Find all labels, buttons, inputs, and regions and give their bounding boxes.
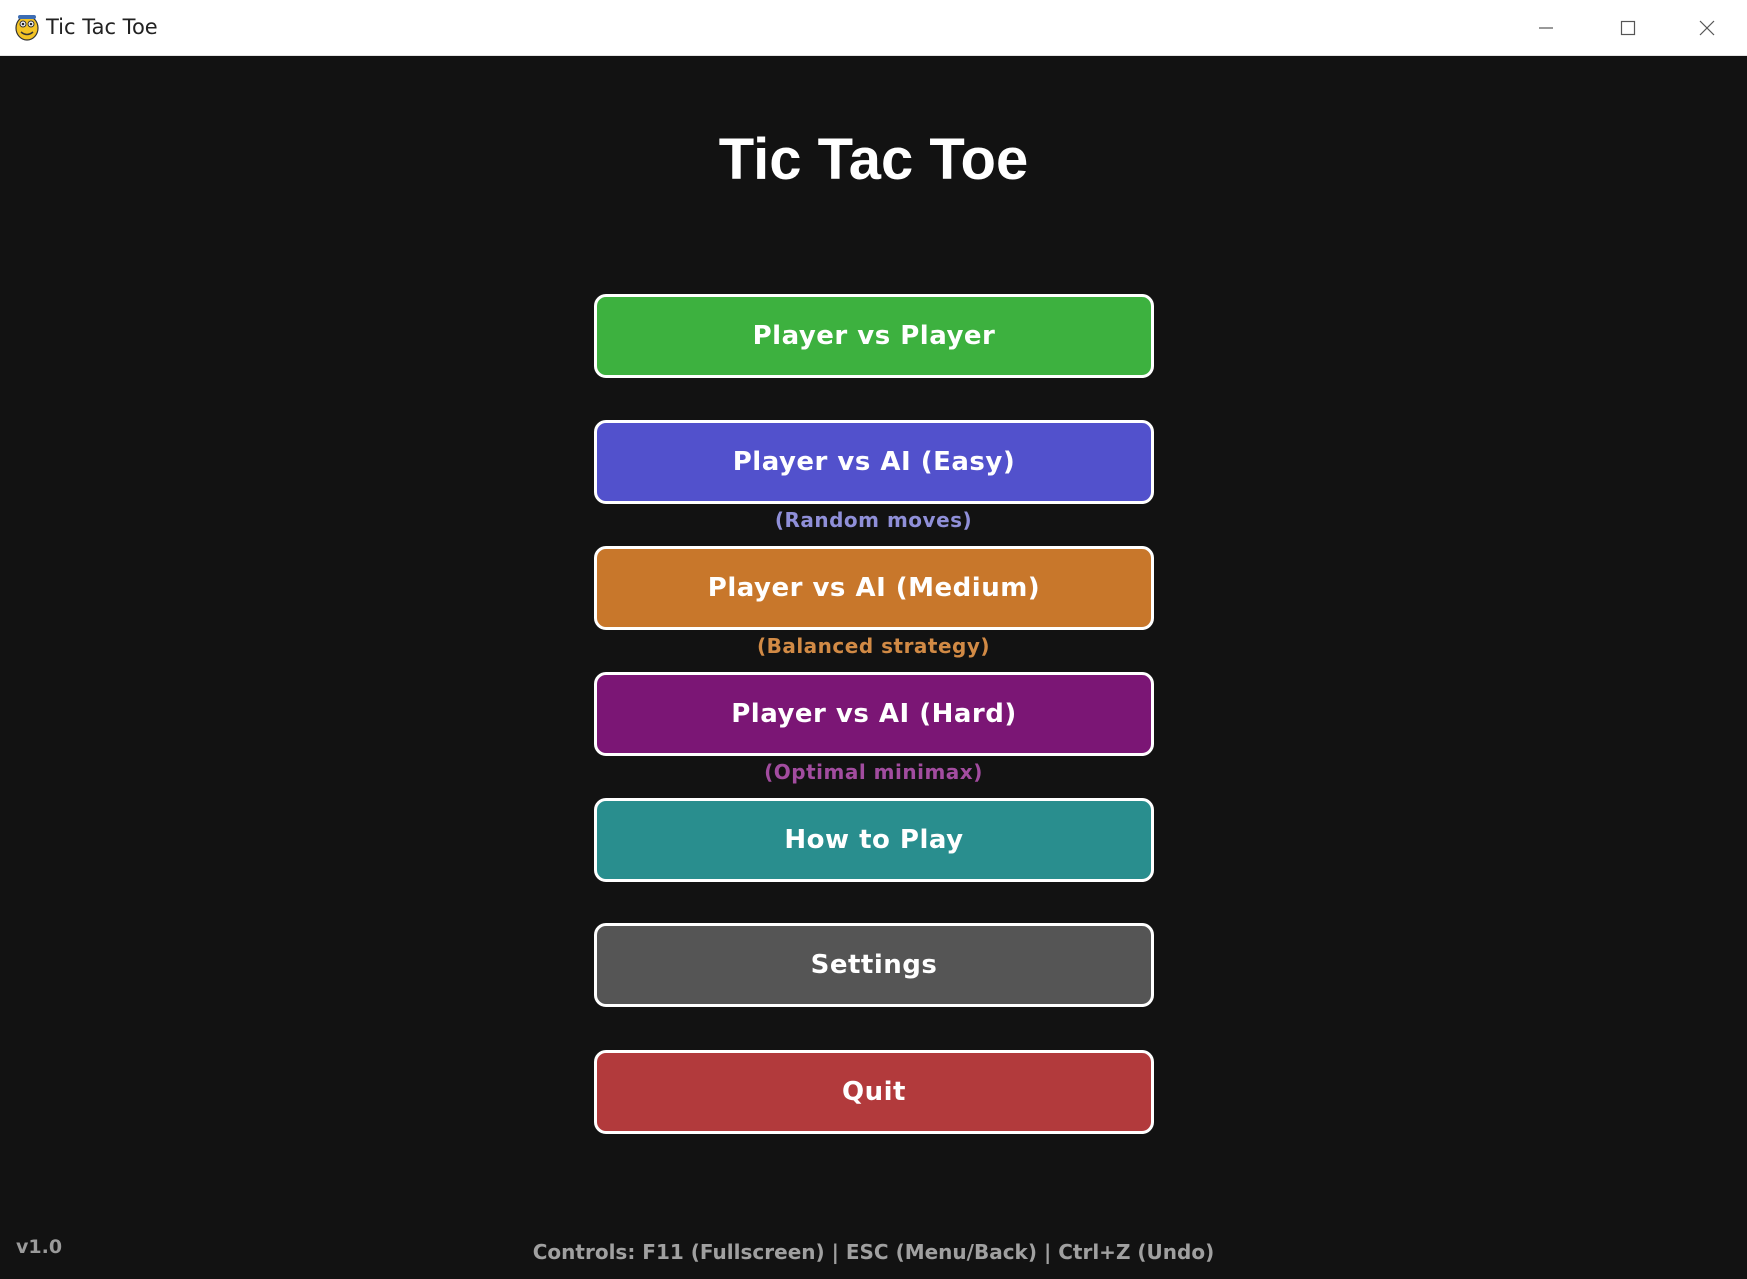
close-button[interactable] xyxy=(1667,0,1747,56)
app-window: Tic Tac Toe Tic Tac Toe Player vs Player… xyxy=(0,0,1747,1279)
title-bar[interactable]: Tic Tac Toe xyxy=(0,0,1747,56)
controls-hint: Controls: F11 (Fullscreen) | ESC (Menu/B… xyxy=(532,1240,1215,1264)
settings-button[interactable]: Settings xyxy=(594,923,1154,1007)
pve-easy-button[interactable]: Player vs AI (Easy) xyxy=(594,420,1154,504)
maximize-button[interactable] xyxy=(1588,0,1668,56)
minimize-button[interactable] xyxy=(1506,0,1586,56)
pve-hard-button[interactable]: Player vs AI (Hard) xyxy=(594,672,1154,756)
quit-button[interactable]: Quit xyxy=(594,1050,1154,1134)
window-title: Tic Tac Toe xyxy=(46,15,158,39)
hard-subtitle: (Optimal minimax) xyxy=(764,760,983,784)
close-icon xyxy=(1699,20,1715,36)
pve-medium-button[interactable]: Player vs AI (Medium) xyxy=(594,546,1154,630)
easy-subtitle: (Random moves) xyxy=(774,508,973,532)
maximize-icon xyxy=(1620,20,1636,36)
pvp-button[interactable]: Player vs Player xyxy=(594,294,1154,378)
game-title: Tic Tac Toe xyxy=(718,127,1029,192)
pygame-snake-icon xyxy=(14,13,40,41)
how-to-play-button[interactable]: How to Play xyxy=(594,798,1154,882)
game-canvas[interactable]: Tic Tac Toe Player vs Player Player vs A… xyxy=(0,56,1747,1279)
medium-subtitle: (Balanced strategy) xyxy=(756,634,991,658)
minimize-icon xyxy=(1538,20,1554,36)
